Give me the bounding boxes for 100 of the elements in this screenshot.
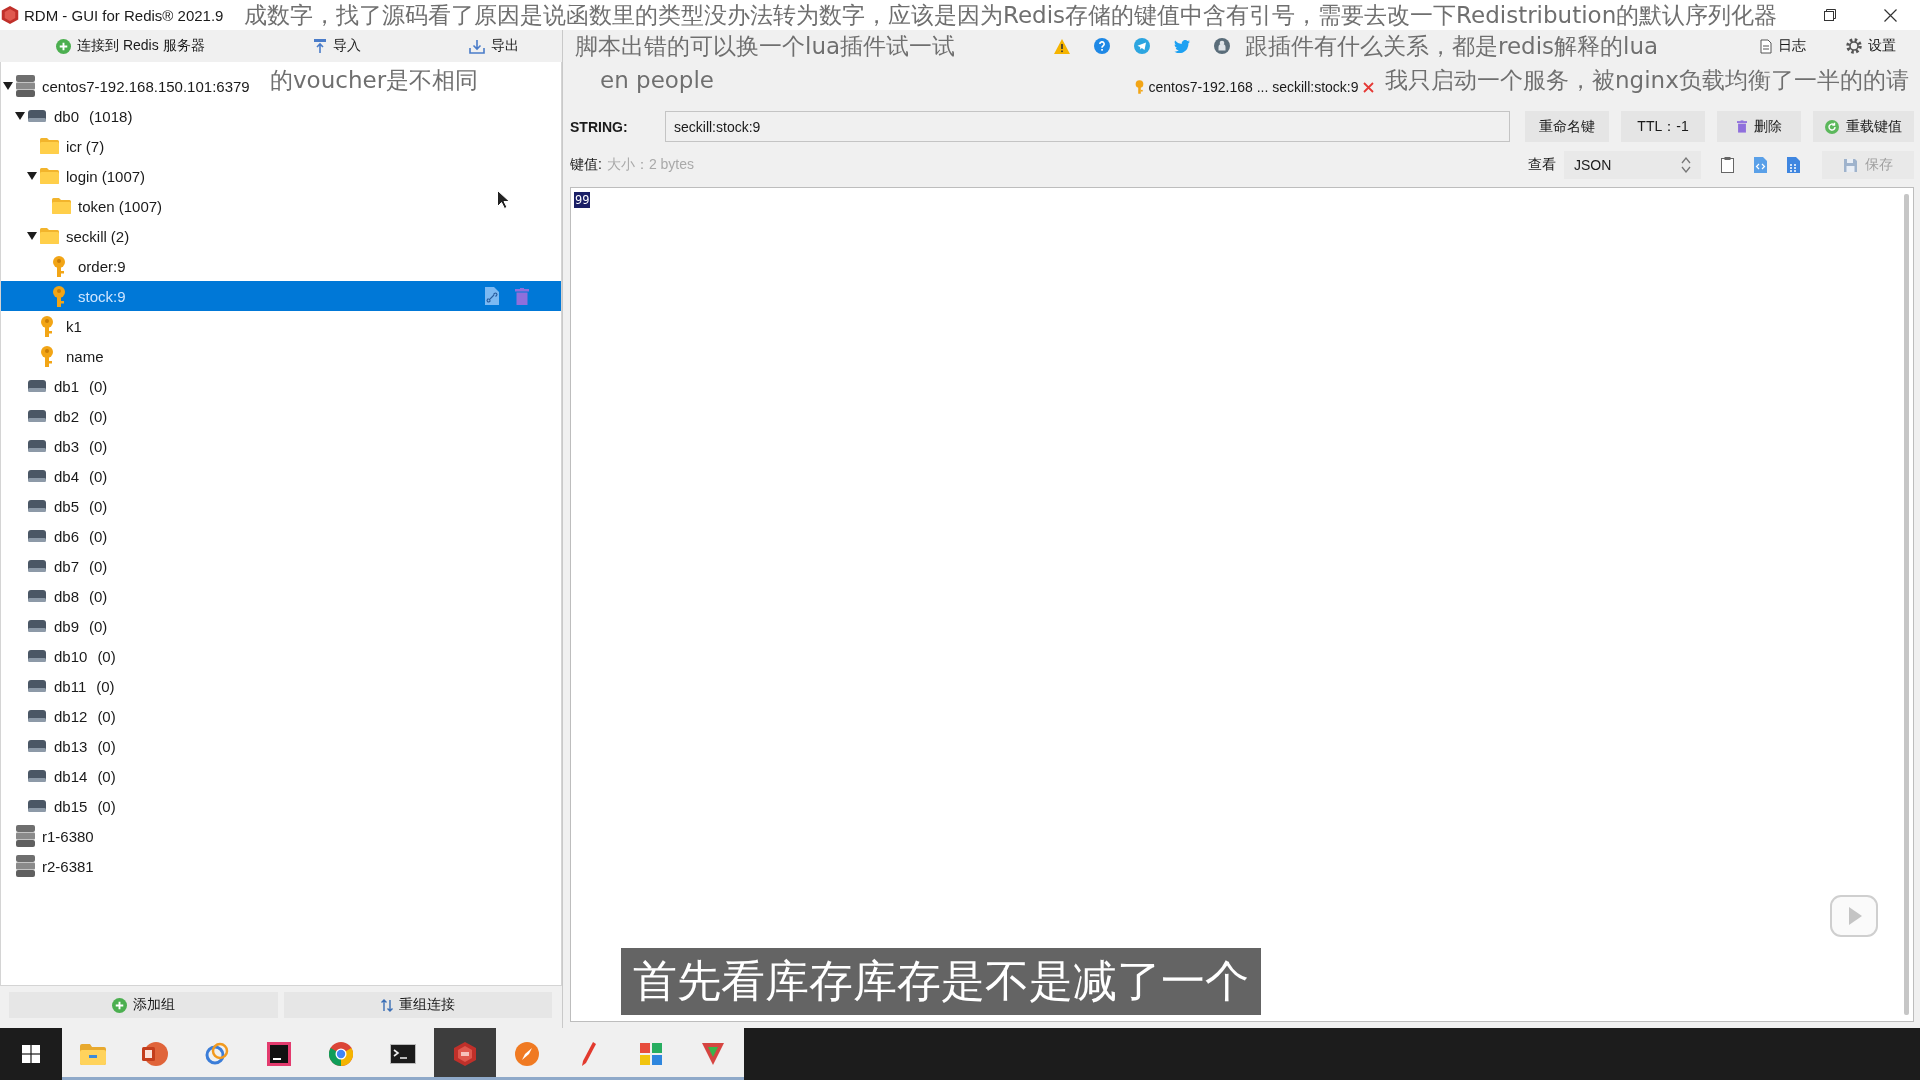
key-icon: [52, 285, 66, 307]
regroup-button[interactable]: 重组连接: [283, 992, 552, 1018]
tree-item[interactable]: db4 (0): [15, 461, 112, 491]
view-mode-select[interactable]: JSON: [1564, 151, 1701, 179]
compass-icon: [515, 1042, 539, 1066]
up-down-chevron-icon: [1681, 157, 1691, 173]
scrolling-comment: 跟插件有什么关系，都是redis解释的lua: [1245, 32, 1659, 60]
database-icon: [28, 110, 46, 122]
grid-app-icon: [640, 1043, 662, 1065]
bird-icon[interactable]: [1174, 39, 1190, 53]
pen-icon: [582, 1042, 596, 1066]
reload-icon: [1825, 119, 1839, 134]
restore-icon[interactable]: [1824, 9, 1836, 21]
tree-item[interactable]: r2-6381: [3, 851, 98, 881]
key-type-label: STRING:: [570, 118, 629, 135]
subtitle-text: 首先看库存库存是不是减了一个: [621, 948, 1261, 1015]
expanded-caret-icon[interactable]: [27, 172, 37, 180]
value-text: 99: [574, 192, 591, 208]
document-arrow-icon: [312, 38, 327, 54]
reload-value-button[interactable]: 重载键值: [1813, 111, 1914, 142]
tree-item[interactable]: order:9: [39, 251, 130, 281]
tree-item[interactable]: db1 (0): [15, 371, 112, 401]
rings-icon: [205, 1042, 229, 1066]
server-icon: [15, 75, 35, 97]
database-icon: [28, 410, 46, 422]
tree-item[interactable]: db5 (0): [15, 491, 112, 521]
tree-item[interactable]: login (1007): [27, 161, 150, 191]
database-icon: [28, 560, 46, 572]
folder-icon: [39, 138, 59, 154]
up-down-arrows-icon: [380, 998, 393, 1012]
round-logo-icon[interactable]: [1214, 38, 1230, 54]
tree-item[interactable]: db11 (0): [15, 671, 119, 701]
down-arrow-icon: [702, 1043, 724, 1065]
tree-item[interactable]: token (1007): [39, 191, 167, 221]
expanded-caret-icon[interactable]: [15, 112, 25, 120]
windows-logo-icon[interactable]: [22, 1045, 40, 1063]
link-document-icon[interactable]: [485, 287, 499, 305]
tree-item[interactable]: db7 (0): [15, 551, 112, 581]
rename-key-button[interactable]: 重命名键: [1525, 111, 1609, 142]
key-icon: [1135, 80, 1145, 94]
close-icon[interactable]: [1883, 8, 1897, 22]
scrollbar[interactable]: [1904, 194, 1909, 1015]
key-name-field[interactable]: seckill:stock:9: [665, 111, 1510, 142]
tree-item[interactable]: db6 (0): [15, 521, 112, 551]
terminal-icon: [390, 1044, 416, 1064]
trash-icon: [1736, 120, 1747, 133]
tree-item[interactable]: k1: [27, 311, 86, 341]
database-icon: [28, 740, 46, 752]
connect-button[interactable]: 连接到 Redis 服务器: [56, 33, 205, 59]
plus-circle-icon: [111, 997, 127, 1013]
tree-item[interactable]: db15 (0): [15, 791, 120, 821]
tree-item[interactable]: db13 (0): [15, 731, 120, 761]
database-icon: [28, 710, 46, 722]
database-icon: [28, 380, 46, 392]
presentation-app-icon: [142, 1042, 168, 1066]
paper-plane-icon[interactable]: [1134, 38, 1150, 54]
tree-item[interactable]: seckill (2): [27, 221, 134, 251]
tree-item[interactable]: centos7-192.168.150.101:6379: [3, 71, 254, 101]
ttl-button[interactable]: TTL：-1: [1621, 111, 1705, 142]
database-icon: [28, 620, 46, 632]
tree-item[interactable]: db9 (0): [15, 611, 112, 641]
view-label: 查看: [1528, 156, 1556, 174]
document-icon: [1760, 38, 1772, 54]
log-button[interactable]: 日志: [1760, 33, 1806, 59]
expanded-caret-icon[interactable]: [27, 232, 37, 240]
tree-item[interactable]: db12 (0): [15, 701, 120, 731]
expanded-caret-icon[interactable]: [3, 82, 13, 90]
import-button[interactable]: 导入: [312, 33, 361, 59]
code-document-icon[interactable]: [1754, 157, 1767, 173]
folder-icon: [80, 1043, 106, 1065]
warning-icon[interactable]: [1054, 38, 1070, 54]
tab[interactable]: centos7-192.168 ... seckill:stock:9: [1131, 74, 1378, 100]
browser-icon: [329, 1042, 353, 1066]
tree-item[interactable]: db14 (0): [15, 761, 120, 791]
tree-item[interactable]: icr (7): [27, 131, 109, 161]
tree-item[interactable]: db3 (0): [15, 431, 112, 461]
key-icon: [40, 315, 54, 337]
tree-item[interactable]: db2 (0): [15, 401, 112, 431]
scrolling-comment: en people: [600, 66, 714, 94]
tree-item[interactable]: r1-6380: [3, 821, 98, 851]
export-button[interactable]: 导出: [469, 33, 519, 59]
server-icon: [15, 825, 35, 847]
scrolling-comment: 成数字，找了源码看了原因是说函数里的类型没办法转为数字，应该是因为Redis存储的键值中含有引号，需要去改一下Redistribution的默认序列化器: [244, 1, 1778, 29]
app-logo-icon: [1, 6, 19, 24]
scrolling-comment: 的voucher是不相同: [270, 66, 479, 94]
scrolling-comment: 脚本出错的可以换一个lua插件试一试: [575, 32, 956, 60]
settings-button[interactable]: 设置: [1846, 33, 1896, 59]
tree-item[interactable]: stock:9: [1, 281, 561, 311]
tree-item[interactable]: db0 (1018): [15, 101, 137, 131]
folder-icon: [39, 228, 59, 244]
grid-document-icon[interactable]: [1787, 157, 1800, 173]
database-icon: [28, 470, 46, 482]
tree-item[interactable]: db8 (0): [15, 581, 112, 611]
delete-key-button[interactable]: 删除: [1717, 111, 1801, 142]
clipboard-icon[interactable]: [1721, 157, 1734, 173]
add-group-button[interactable]: 添加组: [9, 992, 278, 1018]
window-title: RDM - GUI for Redis® 2021.9: [24, 6, 224, 24]
help-icon[interactable]: [1094, 38, 1110, 54]
tree-item[interactable]: name: [27, 341, 108, 371]
tree-item[interactable]: db10 (0): [15, 641, 120, 671]
